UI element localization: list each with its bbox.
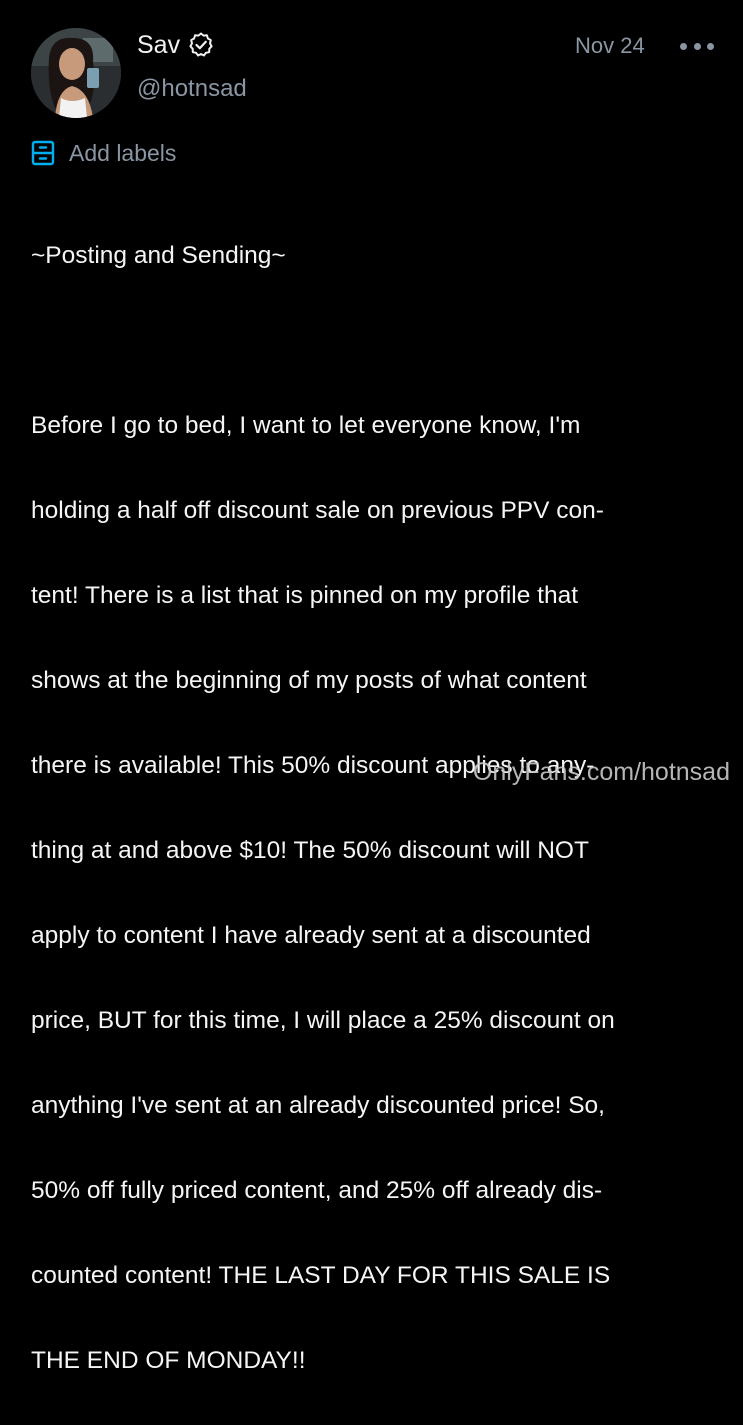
- post-text-line: THE END OF MONDAY!!: [31, 1346, 306, 1374]
- avatar-image: [31, 28, 121, 118]
- post-text-line: price, BUT for this time, I will place a…: [31, 1006, 615, 1034]
- author-name-row: Sav: [137, 30, 214, 60]
- add-labels-button[interactable]: Add labels: [31, 138, 176, 168]
- post-text-line: thing at and above $10! The 50% discount…: [31, 836, 589, 864]
- dot: [680, 42, 687, 50]
- verified-badge-icon: [188, 32, 214, 58]
- post-text-line: holding a half off discount sale on prev…: [31, 496, 604, 524]
- more-horizontal-icon[interactable]: [680, 36, 714, 56]
- dot: [693, 42, 701, 50]
- labels-icon: [31, 140, 55, 166]
- post-text-line: shows at the beginning of my posts of wh…: [31, 666, 587, 694]
- post-date[interactable]: Nov 24: [575, 32, 645, 60]
- avatar[interactable]: [31, 28, 121, 118]
- post-text-line: 50% off fully priced content, and 25% of…: [31, 1176, 603, 1204]
- post-text-line: apply to content I have already sent at …: [31, 921, 591, 949]
- post-text-line: ~Posting and Sending~: [31, 241, 286, 269]
- post-card: Sav @hotnsad Nov 24 Add labels ~Posting …: [0, 0, 743, 1374]
- post-text-line: counted content! THE LAST DAY FOR THIS S…: [31, 1261, 611, 1289]
- post-text-line: [31, 320, 721, 363]
- post-text-line: anything I've sent at an already discoun…: [31, 1091, 605, 1119]
- watermark: OnlyFans.com/hotnsad: [472, 758, 730, 786]
- author-username[interactable]: @hotnsad: [137, 74, 247, 104]
- author-display-name[interactable]: Sav: [137, 30, 180, 60]
- dot: [707, 42, 714, 50]
- post-text-line: tent! There is a list that is pinned on …: [31, 581, 579, 609]
- add-labels-label: Add labels: [69, 140, 177, 166]
- post-text-line: Before I go to bed, I want to let everyo…: [31, 411, 581, 439]
- post-body: ~Posting and Sending~ Before I go to bed…: [31, 192, 721, 1425]
